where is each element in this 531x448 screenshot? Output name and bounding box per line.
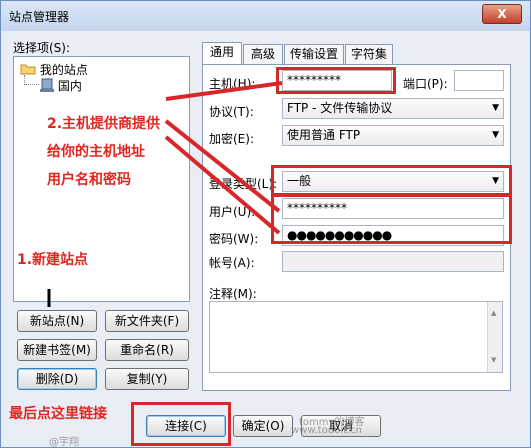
annotation-arrows — [47, 81, 283, 307]
annotation-step1: 1.新建站点 — [17, 252, 89, 268]
annotation-final: 最后点这里链接 — [9, 406, 107, 422]
arrow-to-user — [164, 119, 281, 213]
arrow-to-host — [165, 81, 283, 101]
watermark-url: www.todoit.cn — [291, 425, 363, 436]
annotation-step2-line1: 2.主机提供商提供 — [47, 116, 161, 132]
annotation-step2-line3: 用户名和密码 — [47, 172, 131, 188]
arrow-to-password — [164, 135, 281, 235]
watermark-handle: @宇翔 — [49, 437, 79, 448]
site-manager-window: 站点管理器 X 选择项(S): 我的站点 国内 新站点(N) 新文件夹(F) 新… — [0, 0, 531, 448]
annotation-step2-line2: 给你的主机地址 — [47, 144, 145, 160]
